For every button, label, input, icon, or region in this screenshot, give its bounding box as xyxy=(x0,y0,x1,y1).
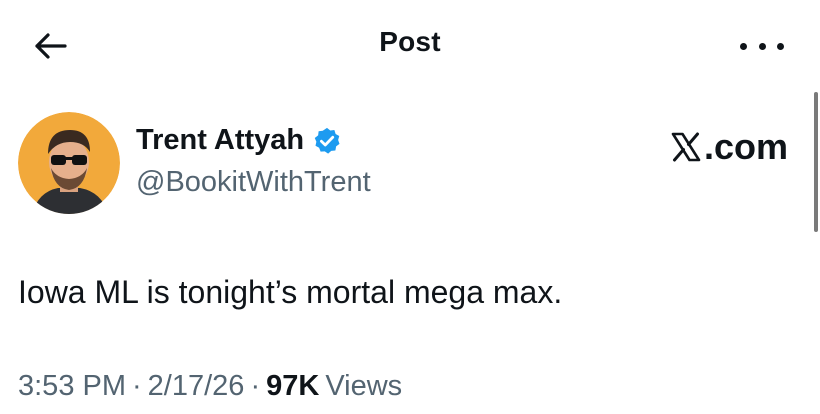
avatar[interactable] xyxy=(18,112,120,214)
x-logo-icon xyxy=(671,132,701,162)
page-title: Post xyxy=(379,26,441,57)
verified-badge-icon xyxy=(314,127,340,154)
meta-separator: · xyxy=(132,370,142,402)
meta-separator: · xyxy=(250,370,261,402)
author-handle[interactable]: @BookitWithTrent xyxy=(136,166,371,199)
views-count[interactable]: 97K xyxy=(266,370,319,403)
tweet-time[interactable]: 3:53 PM xyxy=(18,370,126,403)
x-com-watermark: .com xyxy=(670,126,788,168)
more-dot xyxy=(777,42,784,50)
more-dot xyxy=(740,42,747,50)
scrollbar[interactable] xyxy=(814,92,818,232)
author-name-row[interactable]: Trent Attyah xyxy=(136,124,342,157)
author-name: Trent Attyah xyxy=(136,124,305,156)
more-dot xyxy=(758,42,766,50)
watermark-label: .com xyxy=(704,126,789,167)
tweet-meta: 3:53 PM · 2/17/26 · 97K Views xyxy=(18,370,402,403)
more-options-button[interactable] xyxy=(740,36,784,56)
views-label: Views xyxy=(325,370,403,402)
tweet-date[interactable]: 2/17/26 xyxy=(148,370,245,403)
tweet-text: Iowa ML is tonight’s mortal mega max. xyxy=(18,274,563,310)
top-bar: Post xyxy=(0,0,820,90)
avatar-image xyxy=(18,112,120,214)
